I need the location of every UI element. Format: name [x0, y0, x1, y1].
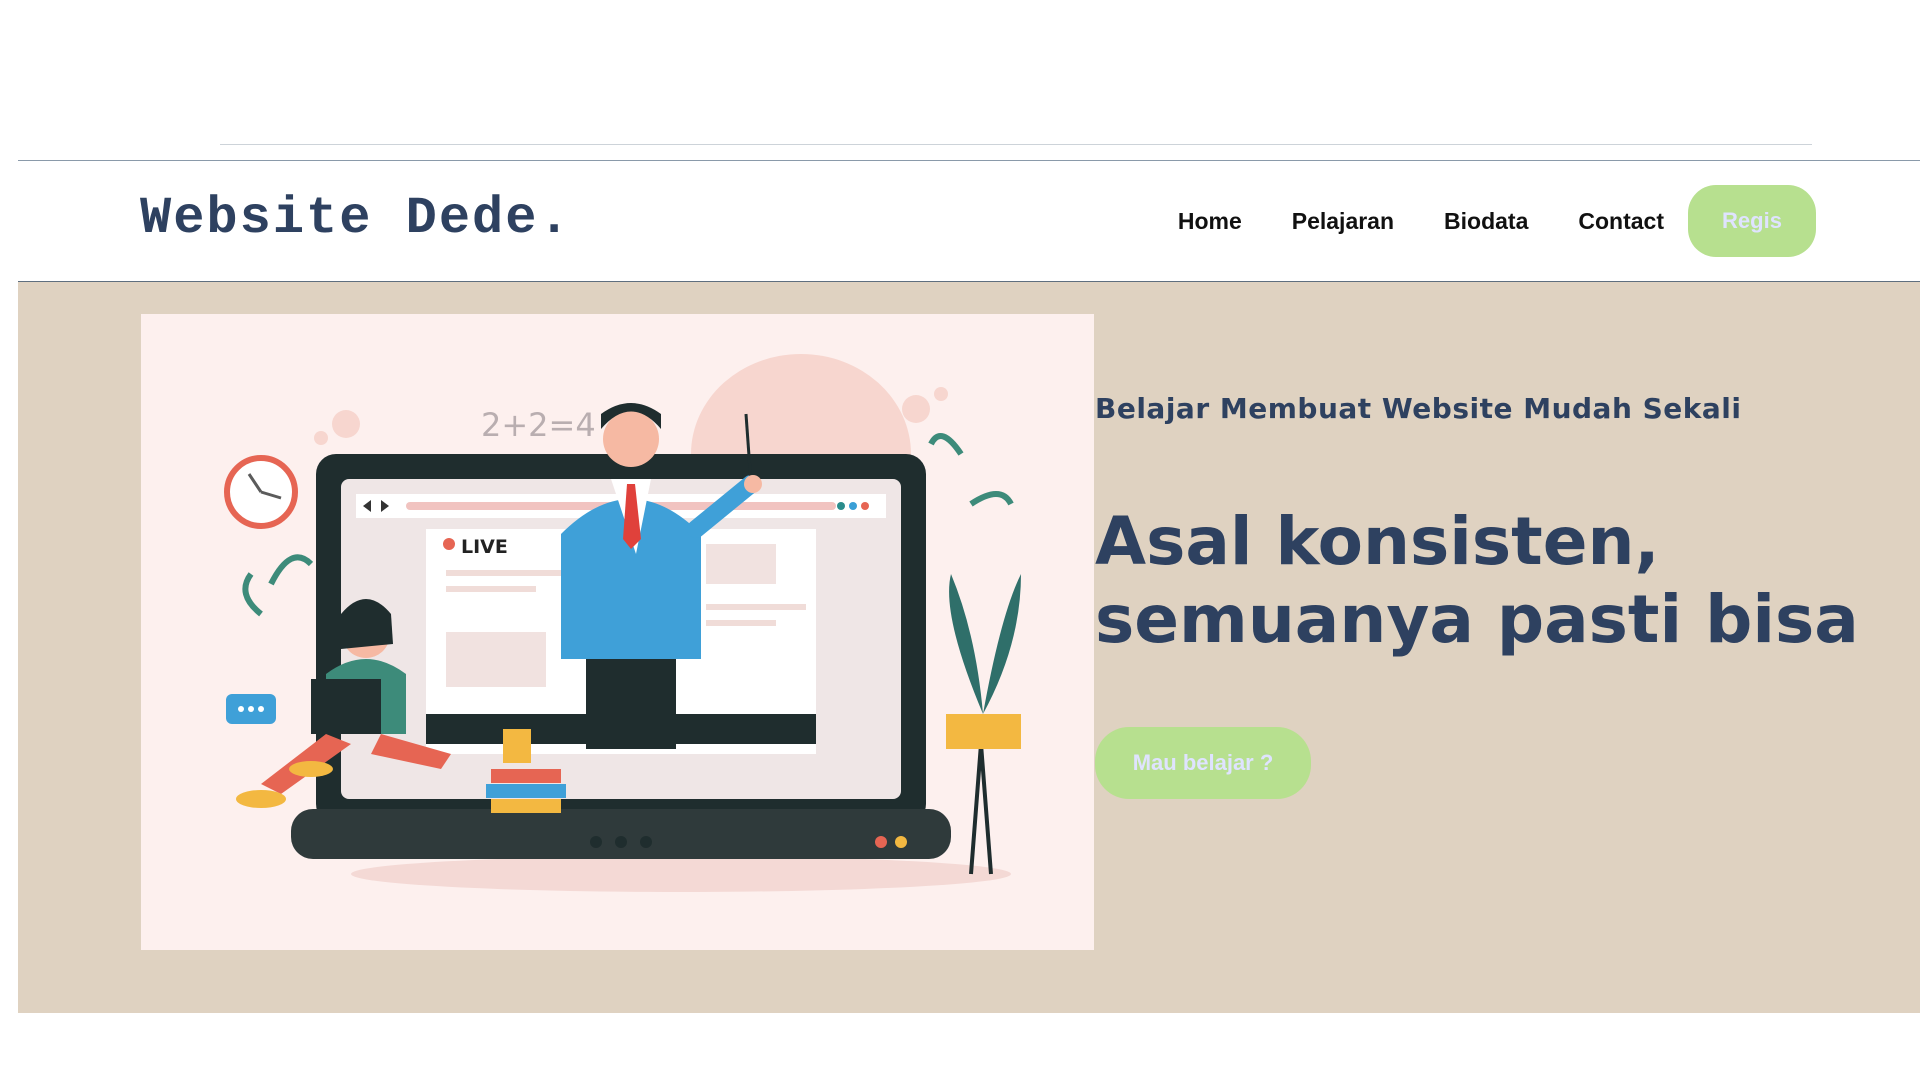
brand-logo[interactable]: Website Dede.: [140, 189, 572, 248]
hero-illustration: 2+2=4 LIVE: [141, 314, 1094, 950]
nav-contact[interactable]: Contact: [1578, 208, 1664, 235]
chat-bubble-icon: [226, 694, 276, 724]
headline-line-1: Asal konsisten,: [1095, 503, 1660, 580]
headline-line-2: semuanya pasti bisa: [1095, 581, 1859, 658]
plant-icon: [928, 433, 1021, 875]
cta-button[interactable]: Mau belajar ?: [1095, 727, 1311, 799]
clock-icon: [224, 455, 298, 529]
nav-biodata[interactable]: Biodata: [1444, 208, 1528, 235]
live-label: LIVE: [461, 536, 508, 558]
regis-button[interactable]: Regis: [1688, 185, 1816, 257]
left-plant-icon: [242, 554, 314, 617]
hero-headline: Asal konsisten, semuanya pasti bisa: [1095, 503, 1895, 659]
hero-section: 2+2=4 LIVE Belajar Membuat Website Mudah…: [18, 282, 1920, 1013]
nav-home[interactable]: Home: [1178, 208, 1242, 235]
math-text: 2+2=4: [481, 406, 596, 444]
hero-text: Belajar Membuat Website Mudah Sekali Asa…: [1095, 392, 1895, 799]
hero-tagline: Belajar Membuat Website Mudah Sekali: [1095, 392, 1742, 425]
nav-pelajaran[interactable]: Pelajaran: [1292, 208, 1394, 235]
online-learning-illustration: 2+2=4 LIVE: [224, 354, 1021, 892]
top-divider: [220, 144, 1812, 145]
main-nav: Home Pelajaran Biodata Contact Regis: [1178, 185, 1816, 257]
navbar: Website Dede. Home Pelajaran Biodata Con…: [18, 160, 1920, 282]
